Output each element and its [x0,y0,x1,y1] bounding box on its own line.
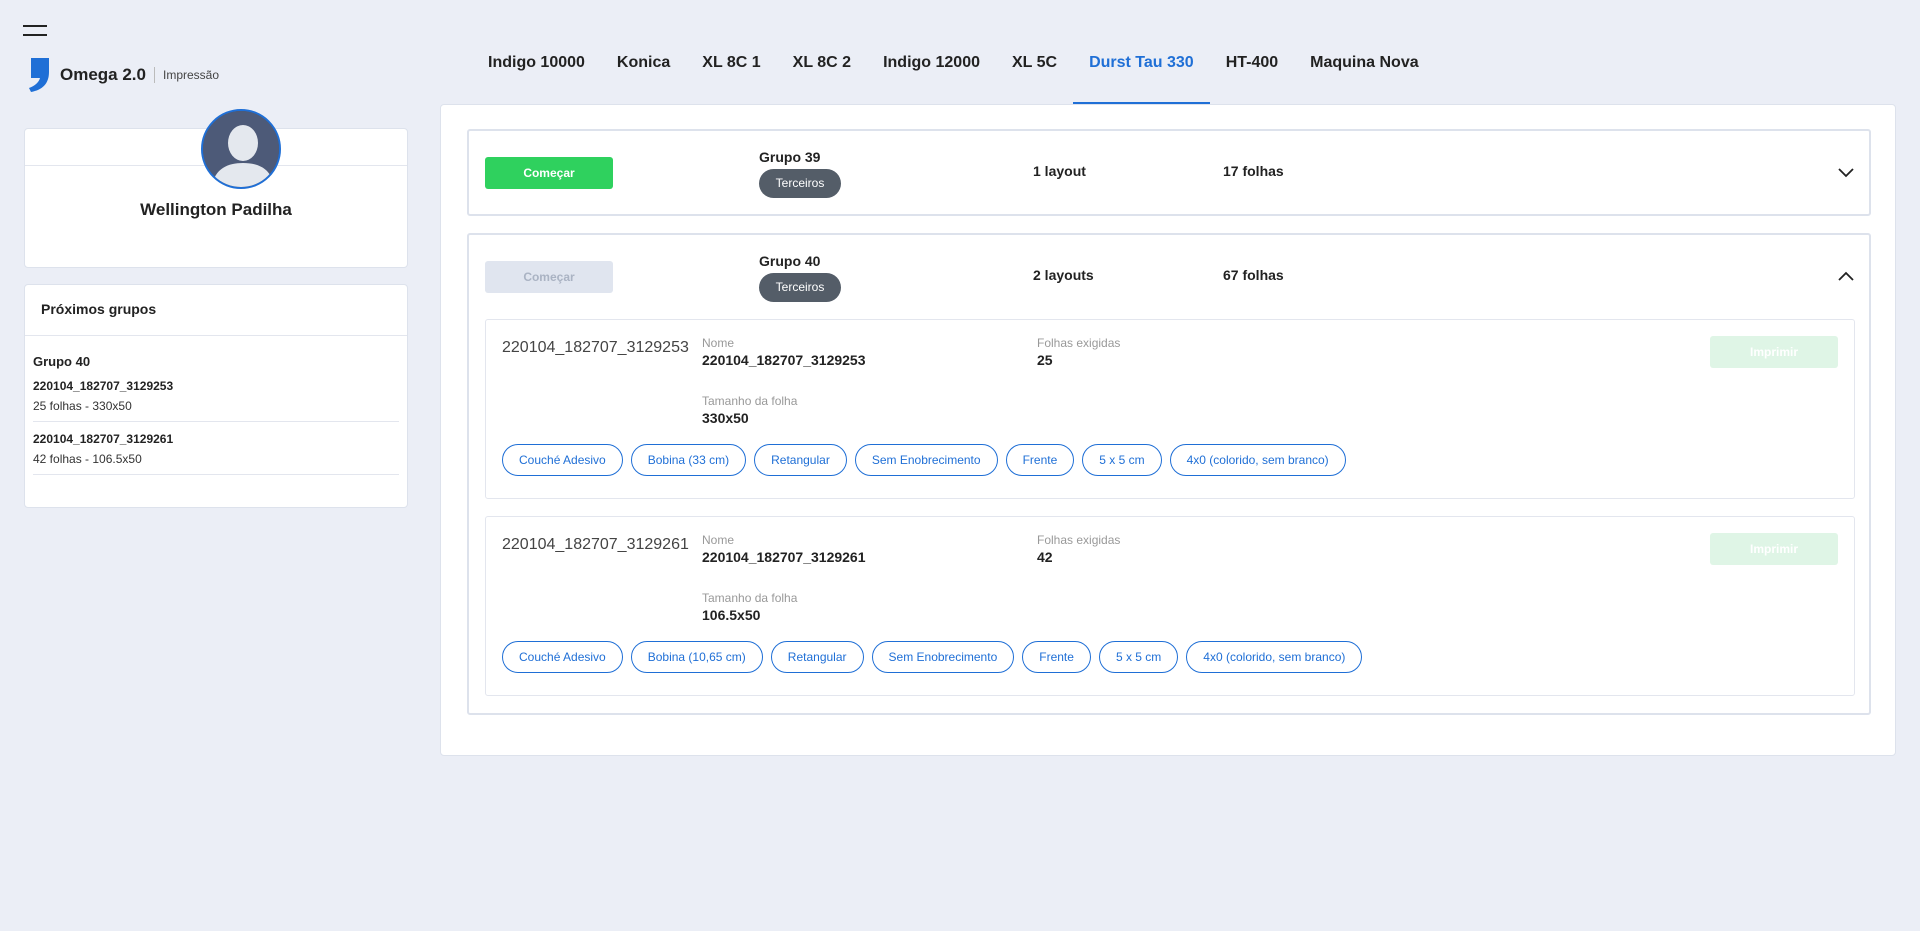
attribute-chip: Sem Enobrecimento [871,641,1015,673]
profile-name: Wellington Padilha [140,200,292,219]
layout-card: 220104_182707_3129261 Nome 220104_182707… [485,516,1855,696]
layout-image: 220104_182707_3129261 [502,536,689,553]
attribute-chips: Couché Adesivo Bobina (33 cm) Retangular… [502,444,1346,476]
layout-name: 220104_182707_3129253 [702,352,866,368]
sheets-required-label: Folhas exigidas [1037,533,1121,547]
tab-indigo-10000[interactable]: Indigo 10000 [472,38,601,104]
group-row: Começar Grupo 40 Terceiros 2 layouts 67 … [467,233,1871,715]
print-button[interactable]: Imprimir [1710,336,1838,368]
sheet-size-value: 106.5x50 [702,607,761,623]
attribute-chips: Couché Adesivo Bobina (10,65 cm) Retangu… [502,641,1363,673]
app-name: Omega 2.0 [60,65,146,84]
group-row: Começar Grupo 39 Terceiros 1 layout 17 f… [467,129,1871,216]
list-item[interactable]: 220104_182707_3129261 42 folhas - 106.5x… [33,422,399,475]
machine-tabs: Indigo 10000 Konica XL 8C 1 XL 8C 2 Indi… [472,38,1435,104]
divider [154,67,155,83]
status-badge: Terceiros [759,169,841,198]
list-item-title: 220104_182707_3129261 [33,432,174,446]
sheets-required-value: 25 [1037,352,1053,368]
attribute-chip: 4x0 (colorido, sem branco) [1169,444,1346,476]
sheet-size-label: Tamanho da folha [702,394,798,408]
print-button[interactable]: Imprimir [1710,533,1838,565]
omega-logo-icon [29,58,49,92]
group-title: Grupo 40 [759,253,821,269]
attribute-chip: Bobina (10,65 cm) [630,641,763,673]
list-item-subtitle: 25 folhas - 330x50 [33,399,132,413]
group-title: Grupo 39 [759,149,821,165]
layout-count: 2 layouts [1033,267,1094,283]
app-section: Impressão [163,68,220,82]
tab-xl-8c-2[interactable]: XL 8C 2 [777,38,867,104]
start-button[interactable]: Começar [485,157,613,189]
attribute-chip: Couché Adesivo [502,641,623,673]
attribute-chip: 5 x 5 cm [1082,444,1162,476]
tab-xl-8c-1[interactable]: XL 8C 1 [686,38,776,104]
layout-image: 220104_182707_3129253 [502,339,689,356]
main-panel: Começar Grupo 39 Terceiros 1 layout 17 f… [440,104,1896,756]
layout-count: 1 layout [1033,163,1086,179]
attribute-chip: Couché Adesivo [502,444,623,476]
tab-konica[interactable]: Konica [601,38,686,104]
tab-indigo-12000[interactable]: Indigo 12000 [867,38,996,104]
menu-icon[interactable] [23,25,47,37]
start-button[interactable]: Começar [485,261,613,293]
attribute-chip: Frente [1022,641,1091,673]
sheet-size-label: Tamanho da folha [702,591,798,605]
tab-xl-5c[interactable]: XL 5C [996,38,1073,104]
brand: Omega 2.0 Impressão [25,58,219,92]
attribute-chip: Frente [1005,444,1075,476]
next-group-name: Grupo 40 [33,354,91,369]
name-label: Nome [702,336,735,350]
attribute-chip: Retangular [770,641,864,673]
list-item-subtitle: 42 folhas - 106.5x50 [33,452,142,466]
next-groups-title: Próximos grupos [25,285,407,336]
sheets-required-label: Folhas exigidas [1037,336,1121,350]
avatar [201,109,281,189]
attribute-chip: Sem Enobrecimento [854,444,998,476]
next-groups-card: Próximos grupos Grupo 40 220104_182707_3… [24,284,408,508]
chevron-up-icon[interactable] [1837,267,1855,285]
status-badge: Terceiros [759,273,841,302]
tab-maquina-nova[interactable]: Maquina Nova [1294,38,1434,104]
tab-durst-tau-330[interactable]: Durst Tau 330 [1073,38,1210,104]
layout-name: 220104_182707_3129261 [702,549,866,565]
attribute-chip: 4x0 (colorido, sem branco) [1186,641,1363,673]
list-item-title: 220104_182707_3129253 [33,379,174,393]
attribute-chip: 5 x 5 cm [1098,641,1179,673]
sheet-count: 17 folhas [1223,163,1284,179]
profile-card: Wellington Padilha [24,109,408,268]
chevron-down-icon[interactable] [1837,163,1855,181]
sheet-size-value: 330x50 [702,410,749,426]
sheet-count: 67 folhas [1223,267,1284,283]
sheets-required-value: 42 [1037,549,1053,565]
name-label: Nome [702,533,735,547]
tab-ht-400[interactable]: HT-400 [1210,38,1294,104]
attribute-chip: Bobina (33 cm) [630,444,747,476]
list-item[interactable]: 220104_182707_3129253 25 folhas - 330x50 [33,369,399,422]
layout-card: 220104_182707_3129253 Nome 220104_182707… [485,319,1855,499]
attribute-chip: Retangular [754,444,847,476]
user-silhouette-icon [203,111,279,187]
